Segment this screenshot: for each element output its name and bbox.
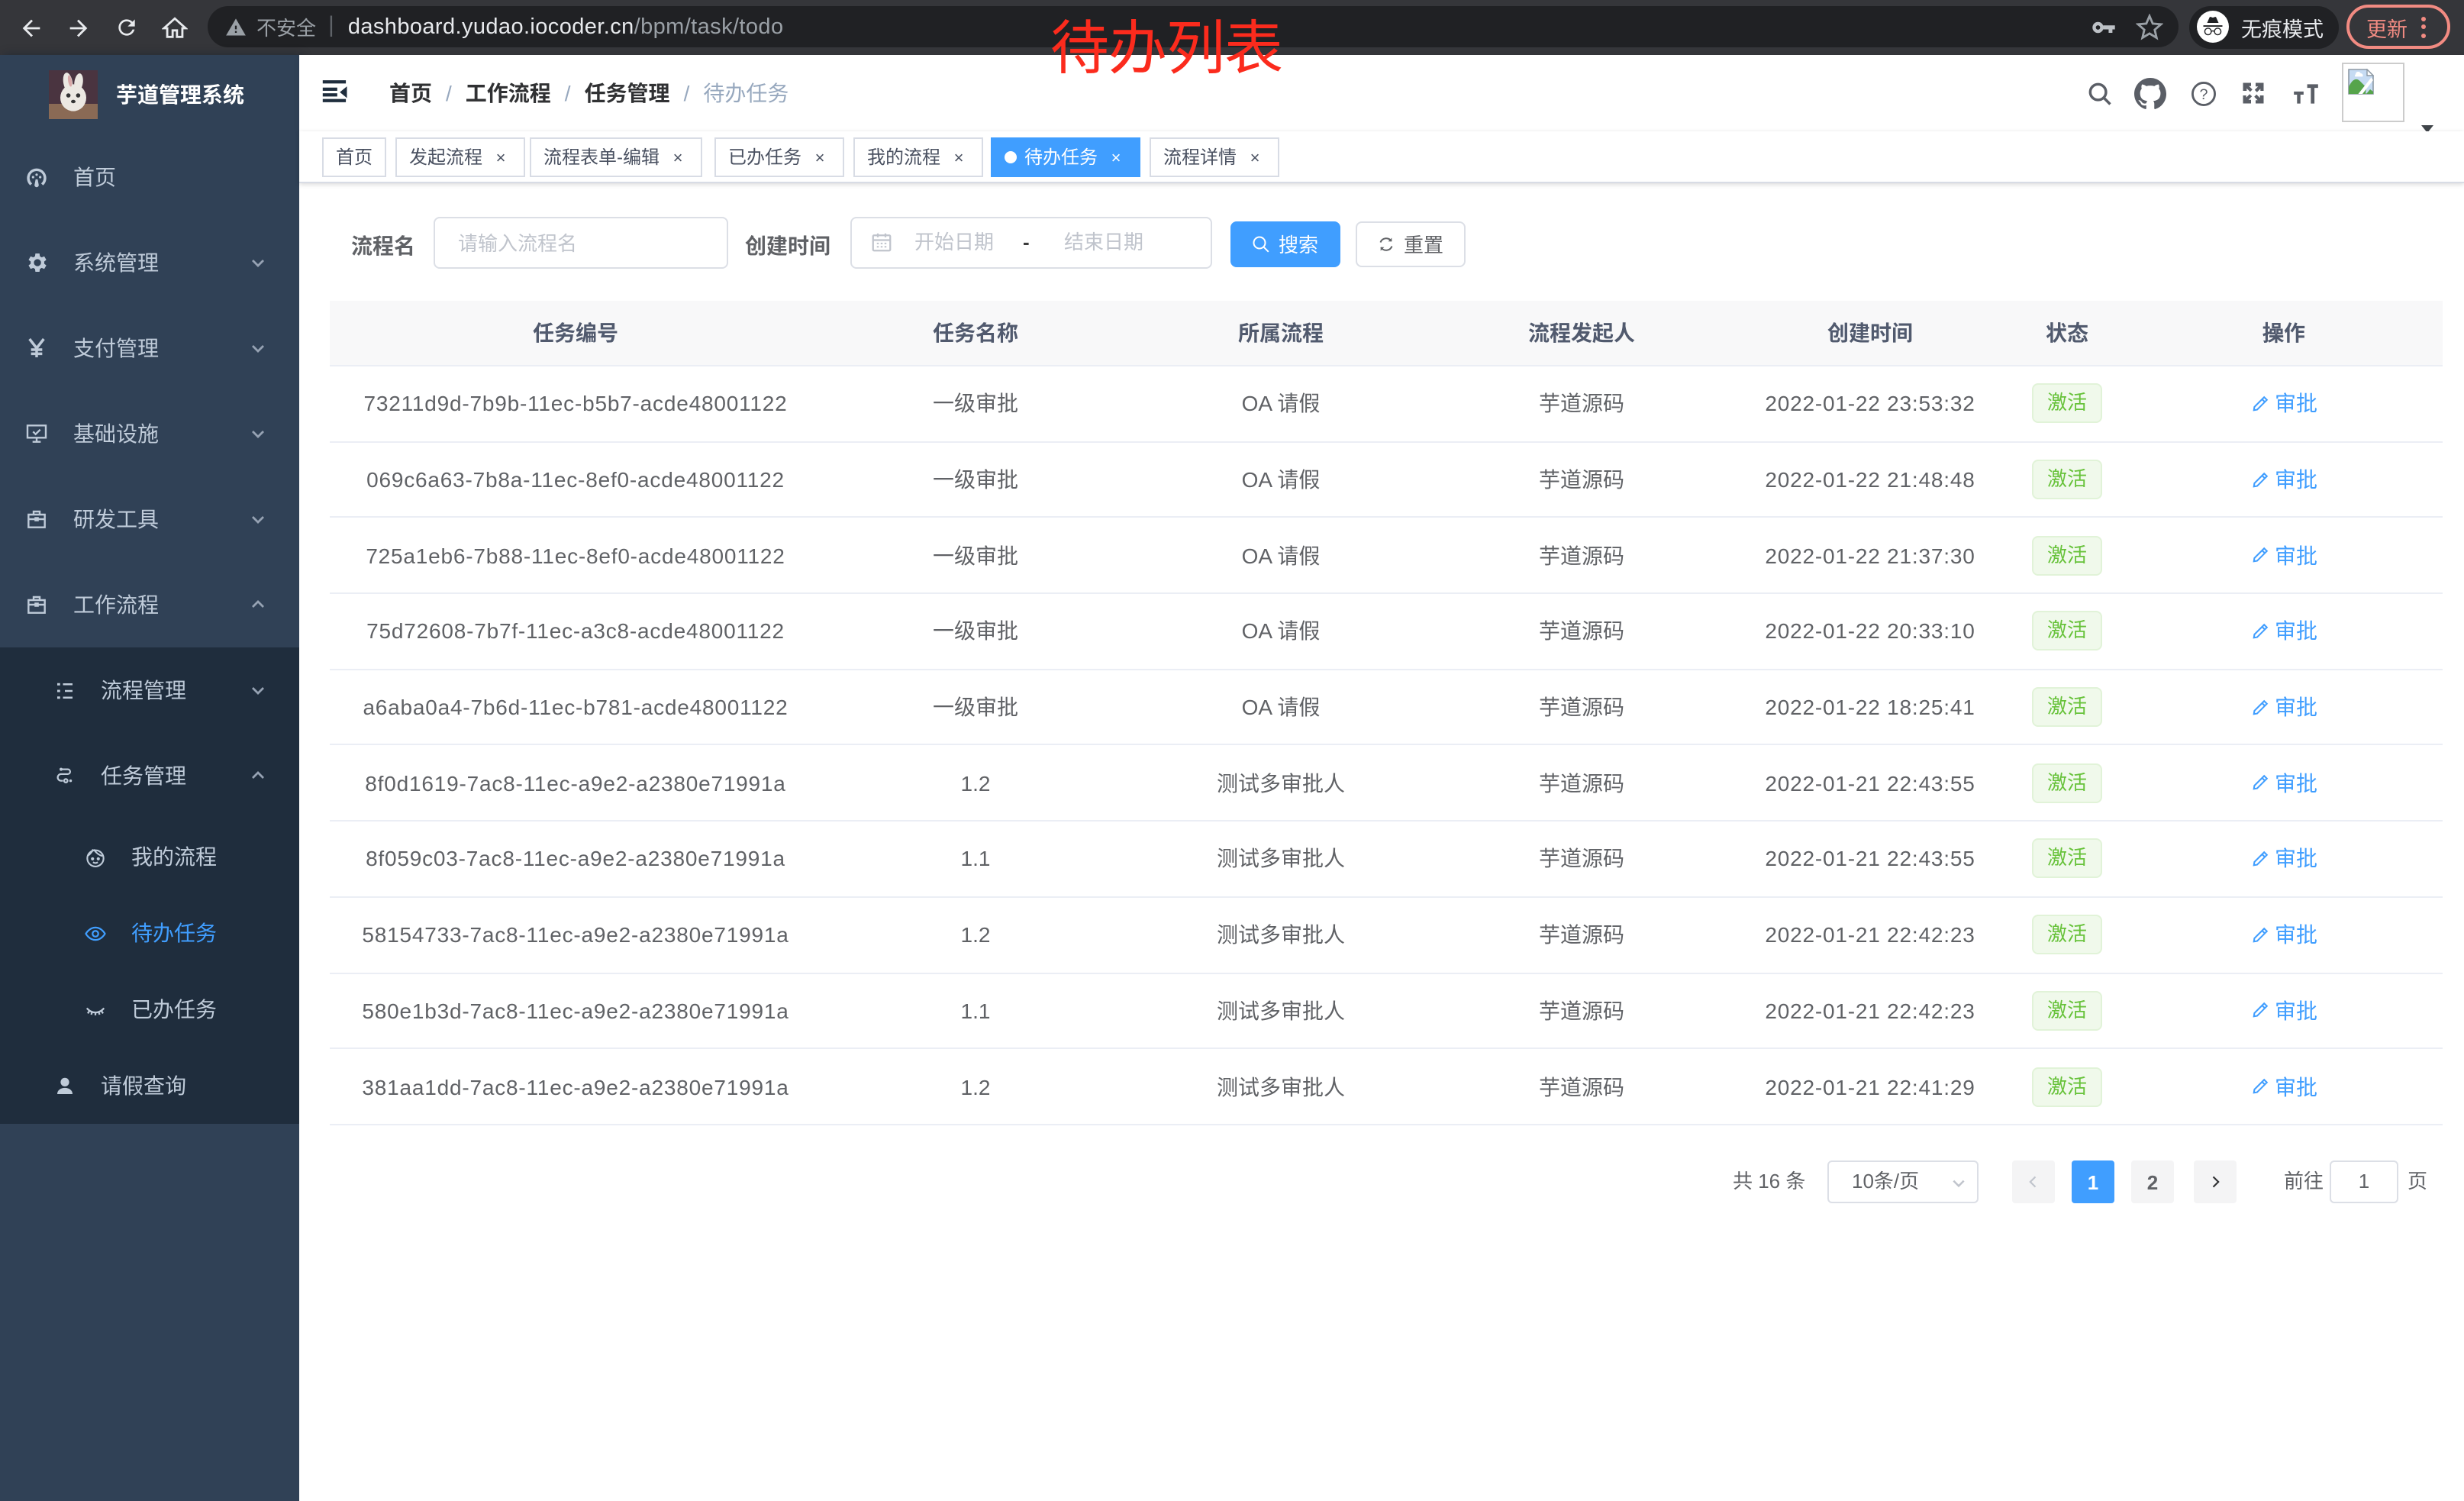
svg-text:?: ? [2198,86,2207,102]
